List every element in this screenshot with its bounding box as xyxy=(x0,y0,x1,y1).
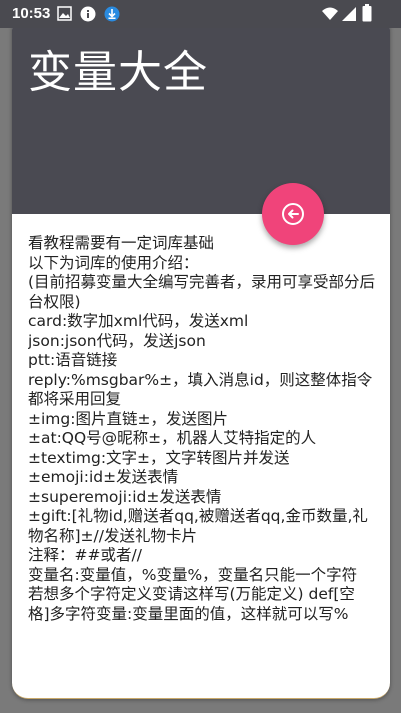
content-line: 若想多个字符定义变请这样写(万能定义) def[空格]多字符变量:变量里面的值，… xyxy=(28,585,355,623)
content-line: 变量名:变量值，%变量%，变量名只能一个字符 xyxy=(28,565,358,584)
back-fab-button[interactable] xyxy=(262,183,324,245)
dialog-content[interactable]: 看教程需要有一定词库基础 以下为词库的使用介绍： (目前招募变量大全编写完善者，… xyxy=(28,234,376,656)
content-line: ±gift:[礼物id,赠送者qq,被赠送者qq,金币数量,礼物名称]±//发送… xyxy=(28,507,368,545)
content-line: card:数字加xml代码，发送xml xyxy=(28,312,249,330)
content-line: reply:%msgbar%±，填入消息id，则这整体指令都将采用回复 xyxy=(28,370,373,409)
signal-icon xyxy=(342,6,356,25)
content-line: ±superemoji:id±发送表情 xyxy=(28,487,222,506)
variables-dialog: 变量大全 看教程需要有一定词库基础 以下为词库的使用介绍： (目前招募变量大全编… xyxy=(12,14,390,699)
content-line: (目前招募变量大全编写完善者，录用可享受部分后台权限) xyxy=(28,273,376,311)
image-icon xyxy=(57,6,72,25)
battery-icon xyxy=(362,4,372,26)
content-line: json:json代码，发送json xyxy=(28,331,206,350)
wifi-icon xyxy=(322,6,338,25)
content-line: 以下为词库的使用介绍： xyxy=(28,253,199,272)
dialog-header: 变量大全 xyxy=(12,14,390,214)
content-line: ptt:语音链接 xyxy=(28,351,118,369)
content-line: 注释：##或者// xyxy=(28,546,142,564)
content-line: ±emoji:id±发送表情 xyxy=(28,468,179,486)
info-icon xyxy=(80,6,96,26)
status-time: 10:53 xyxy=(12,5,51,22)
content-line: ±at:QQ号@昵称±，机器人艾特指定的人 xyxy=(28,429,317,447)
dialog-title: 变量大全 xyxy=(28,47,208,98)
status-bar: 10:53 xyxy=(0,0,401,28)
download-icon xyxy=(104,6,120,26)
content-line: 看教程需要有一定词库基础 xyxy=(28,234,215,252)
content-line: ±img:图片直链±，发送图片 xyxy=(28,409,228,428)
content-line: ±textimg:文字±，文字转图片并发送 xyxy=(28,448,290,467)
